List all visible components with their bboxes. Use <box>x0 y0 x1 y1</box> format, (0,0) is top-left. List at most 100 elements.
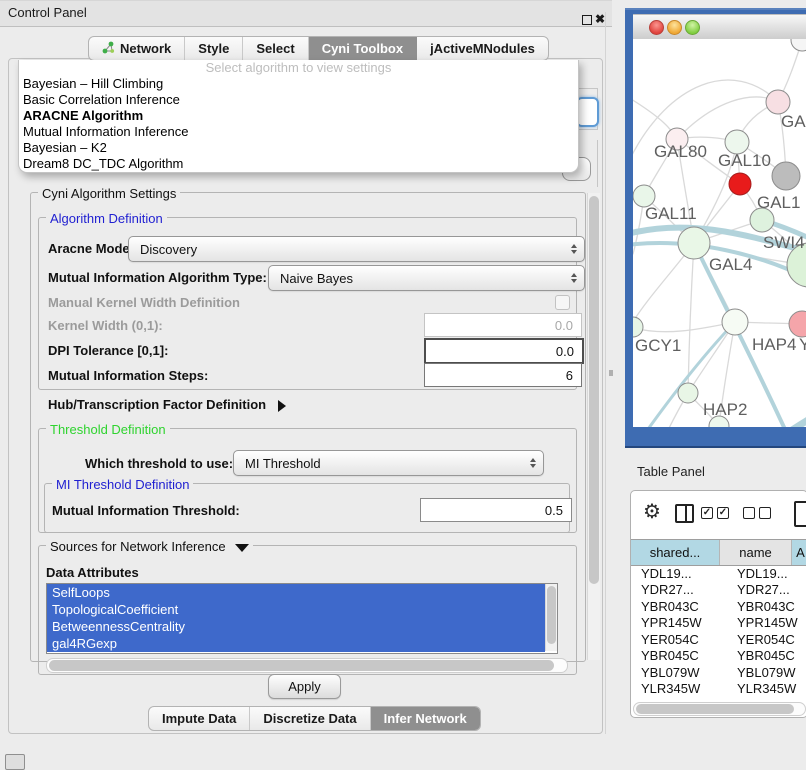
minimize-traffic-light[interactable] <box>667 20 682 35</box>
table-row[interactable]: YPR145WYPR145W9. <box>631 615 806 632</box>
tab-label: Infer Network <box>384 711 467 726</box>
tab-network[interactable]: Network <box>89 37 185 60</box>
table-cell: YER054C <box>729 632 806 647</box>
table-row[interactable]: YBL079WYBL079W <box>631 664 806 681</box>
table-cell: YLR345W <box>729 681 806 696</box>
mi-threshold-legend: MI Threshold Definition <box>52 477 193 492</box>
attribute-item[interactable]: SelfLoops <box>47 584 545 601</box>
table-row[interactable]: YBR043CYBR043C <box>631 598 806 615</box>
scrollbar-thumb[interactable] <box>547 586 556 644</box>
aracne-mode-value: Discovery <box>140 242 197 257</box>
network-node-y[interactable] <box>789 311 806 337</box>
algorithm-item[interactable]: Bayesian – Hill Climbing <box>19 76 578 92</box>
tab-cyni-toolbox[interactable]: Cyni Toolbox <box>309 37 417 60</box>
tab-style[interactable]: Style <box>185 37 243 60</box>
tab-infer-network[interactable]: Infer Network <box>371 707 480 730</box>
column-header[interactable]: name <box>720 540 792 565</box>
scrollbar-thumb[interactable] <box>49 660 554 671</box>
tab-discretize-data[interactable]: Discretize Data <box>250 707 370 730</box>
tab-impute-data[interactable]: Impute Data <box>149 707 250 730</box>
kernel-width-field[interactable]: 0.0 <box>424 313 582 337</box>
network-node-hap4[interactable] <box>722 309 748 335</box>
column-header[interactable]: shared... <box>631 540 720 565</box>
which-threshold-combobox[interactable]: MI Threshold <box>233 450 544 476</box>
close-icon[interactable]: ✖ <box>595 12 605 26</box>
window-frame-edge <box>625 446 806 448</box>
table-row[interactable]: YBR045CYBR045C9. <box>631 648 806 665</box>
table-cell: YER054C <box>631 632 729 647</box>
network-node-gal[interactable] <box>766 90 790 114</box>
apply-button[interactable]: Apply <box>268 674 341 699</box>
sources-legend-row[interactable]: Sources for Network Inference <box>46 539 253 554</box>
panel-splitter[interactable] <box>609 370 613 376</box>
export-table-icon[interactable] <box>794 501 806 527</box>
mi-steps-field[interactable]: 6 <box>424 363 582 387</box>
select-all-checkbox-icon[interactable]: ✓ <box>701 507 713 519</box>
column-header[interactable]: A <box>792 540 806 565</box>
table-cell: YDR27... <box>729 582 806 597</box>
mi-steps-label: Mutual Information Steps: <box>48 368 208 383</box>
control-panel-tabbar: Network StyleSelectCyni ToolboxjActiveMNo… <box>88 36 549 61</box>
table-row[interactable]: YLR345WYLR345W9. <box>631 681 806 698</box>
zoom-traffic-light[interactable] <box>685 20 700 35</box>
float-window-icon[interactable] <box>582 15 592 25</box>
algorithm-item[interactable]: Mutual Information Inference <box>19 124 578 140</box>
network-window-titlebar[interactable] <box>633 14 806 41</box>
split-columns-icon[interactable] <box>675 504 694 523</box>
table-cell: YBR045C <box>729 648 806 663</box>
attr-list-scrollbar[interactable] <box>545 584 557 651</box>
mi-threshold-field[interactable]: 0.5 <box>420 498 572 522</box>
table-panel-title: Table Panel <box>637 464 705 479</box>
node-label: Y <box>799 335 806 354</box>
scrollbar-thumb[interactable] <box>636 704 794 714</box>
dpi-tolerance-label: DPI Tolerance [0,1]: <box>48 343 168 358</box>
tab-label: Network <box>120 41 171 56</box>
attribute-item[interactable]: TopologicalCoefficient <box>47 601 545 618</box>
attribute-item[interactable]: gal4RGexp <box>47 635 545 652</box>
dpi-tolerance-field[interactable]: 0.0 <box>424 338 584 364</box>
table-row[interactable]: YIL052CYIL052C9 <box>631 697 806 701</box>
desktop: { "window": { "title": "Control Panel" }… <box>0 0 806 762</box>
deselect-checkbox-icon-2[interactable] <box>759 507 771 519</box>
aracne-mode-combobox[interactable]: Discovery <box>128 236 585 262</box>
algorithm-item[interactable]: Basic Correlation Inference <box>19 92 578 108</box>
table-row[interactable]: YDL19...YDL19...13 <box>631 565 806 582</box>
manual-kernel-checkbox[interactable] <box>555 295 570 310</box>
table-row[interactable]: YER054CYER054C8. <box>631 631 806 648</box>
table-cell: YIL052C <box>729 698 806 701</box>
minimized-panel-icon[interactable] <box>5 754 25 770</box>
algorithm-dropdown-list: Bayesian – Hill ClimbingBasic Correlatio… <box>19 76 578 172</box>
table-hscrollbar[interactable] <box>633 702 806 716</box>
node-label: GAL <box>781 112 806 131</box>
mi-type-combobox[interactable]: Naive Bayes <box>268 265 585 291</box>
network-node-gcy1[interactable] <box>633 317 643 337</box>
network-graph: GALGAL80GAL10GAL1GAL11SWI4GAL4GCY1HAP4YH… <box>633 39 806 427</box>
hub-definition-toggle[interactable]: Hub/Transcription Factor Definition <box>48 397 286 412</box>
table-body: YDL19...YDL19...13YDR27...YDR27...12YBR0… <box>631 565 806 701</box>
settings-vertical-scrollbar[interactable] <box>587 193 600 660</box>
tab-select[interactable]: Select <box>243 37 308 60</box>
network-node-gal4[interactable] <box>678 227 710 259</box>
network-canvas[interactable]: GALGAL80GAL10GAL1GAL11SWI4GAL4GCY1HAP4YH… <box>633 39 806 427</box>
algorithm-item[interactable]: Bayesian – K2 <box>19 140 578 156</box>
control-panel-titlebar: Control Panel ✖ <box>0 0 612 27</box>
select-all-checkbox-icon-2[interactable]: ✓ <box>717 507 729 519</box>
table-cell: YIL052C <box>631 698 729 701</box>
network-node[interactable] <box>791 39 806 51</box>
focused-combobox-fragment[interactable] <box>576 97 599 127</box>
attribute-item[interactable]: BetweennessCentrality <box>47 618 545 635</box>
network-node[interactable] <box>772 162 800 190</box>
deselect-checkbox-icon[interactable] <box>743 507 755 519</box>
gear-icon[interactable]: ⚙ <box>643 499 661 524</box>
table-row[interactable]: YDR27...YDR27...12 <box>631 582 806 599</box>
tab-jactivemnodules[interactable]: jActiveMNodules <box>417 37 548 60</box>
scrollbar-thumb[interactable] <box>589 196 599 584</box>
attr-list-hscrollbar[interactable] <box>46 658 568 673</box>
network-node-gal1[interactable] <box>729 173 751 195</box>
which-threshold-label: Which threshold to use: <box>85 456 233 471</box>
close-traffic-light[interactable] <box>649 20 664 35</box>
algorithm-item[interactable]: Dream8 DC_TDC Algorithm <box>19 156 578 172</box>
network-node-hap2[interactable] <box>678 383 698 403</box>
data-attributes-list[interactable]: SelfLoopsTopologicalCoefficientBetweenne… <box>46 583 558 654</box>
algorithm-item[interactable]: ARACNE Algorithm <box>19 108 578 124</box>
